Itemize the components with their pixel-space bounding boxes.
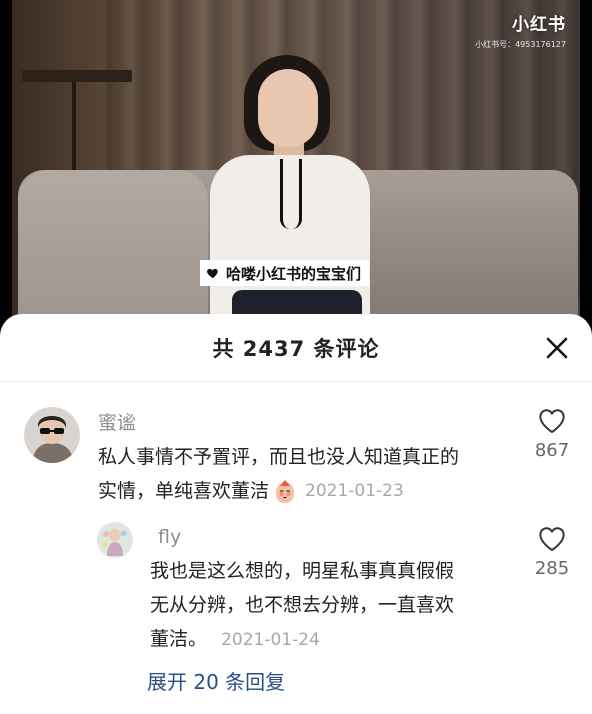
presenter [202, 55, 382, 330]
comment-sheet: 共 2437 条评论 蜜谧 私人事情不予置评，而且也没人知道真正的 实情，单纯喜… [0, 314, 592, 714]
reply-avatar-image [97, 522, 133, 558]
heart-outline-icon[interactable] [538, 526, 566, 552]
reply-text-line-1: 我也是这么想的，明星私事真真假假 [150, 560, 455, 582]
presenter-face [258, 69, 318, 147]
reply-avatar[interactable] [97, 522, 133, 558]
lamp-shade [22, 70, 132, 82]
reply-item: fly 我也是这么想的，明星私事真真假假 无从分辨，也不想去分辨，一直喜欢 董洁… [0, 314, 592, 714]
reply-like-column: 285 [527, 526, 577, 579]
video-player[interactable]: 小红书 小红书号：4953176127 哈喽小红书的宝宝们 [0, 0, 592, 330]
reply-text-line-2: 无从分辨，也不想去分辨，一直喜欢 [150, 594, 455, 616]
reply-text: 我也是这么想的，明星私事真真假假 无从分辨，也不想去分辨，一直喜欢 董洁。 20… [150, 554, 510, 657]
heart-solid-icon [207, 268, 218, 279]
sofa-arm [18, 170, 208, 330]
subtitle-text: 哈喽小红书的宝宝们 [226, 264, 362, 283]
reply-username[interactable]: fly [158, 526, 181, 548]
reply-text-line-3: 董洁。 2021-01-24 [150, 622, 510, 657]
video-subtitle: 哈喽小红书的宝宝们 [200, 260, 370, 286]
expand-replies-link[interactable]: 展开 20 条回复 [147, 666, 285, 695]
watermark: 小红书 小红书号：4953176127 [475, 10, 566, 50]
reply-like-count: 285 [534, 558, 570, 579]
presenter-bow [280, 159, 302, 229]
reply-text-line-3-text: 董洁。 [150, 628, 208, 650]
watermark-logo: 小红书 [512, 15, 566, 35]
watermark-id: 小红书号：4953176127 [475, 40, 566, 49]
reply-date: 2021-01-24 [221, 630, 320, 650]
